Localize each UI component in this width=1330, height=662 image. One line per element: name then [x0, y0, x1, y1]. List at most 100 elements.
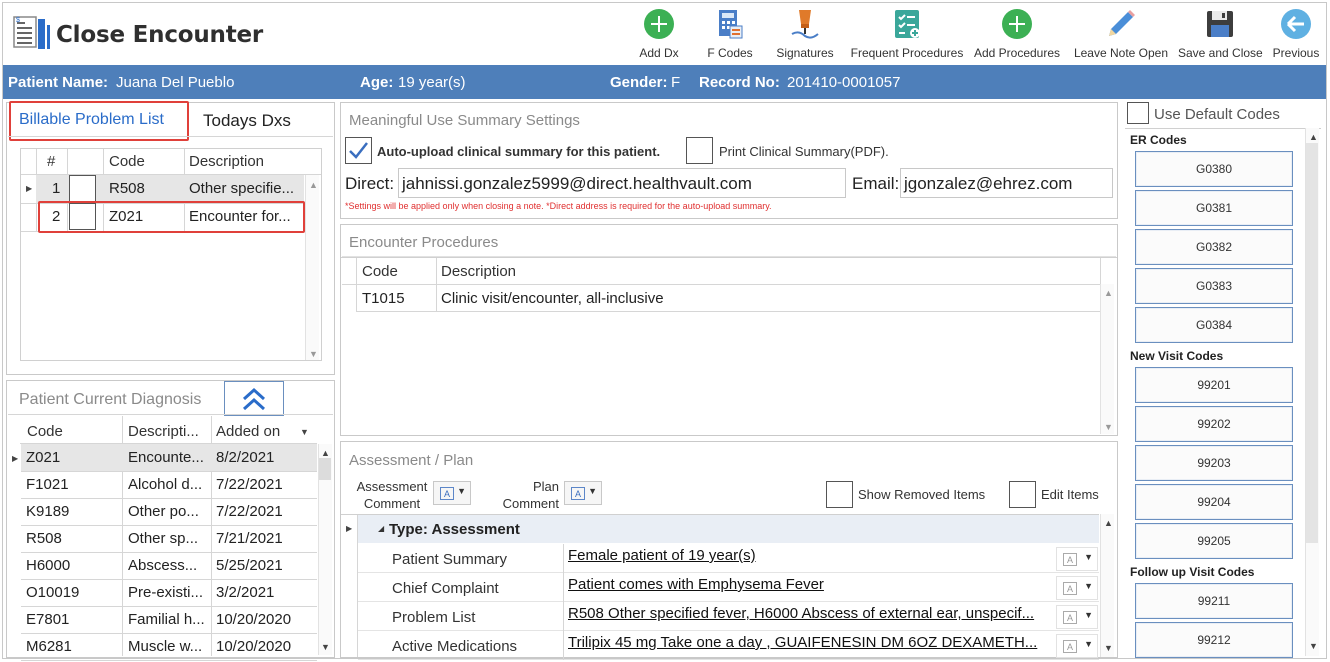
save-and-close-button[interactable]: Save and Close	[1178, 6, 1263, 62]
item-format-button[interactable]: A ▼	[1056, 605, 1098, 629]
dx-code: F1021	[26, 476, 69, 493]
plan-format-button[interactable]: A ▼	[564, 481, 602, 505]
previous-button[interactable]: Previous	[1270, 6, 1322, 62]
row-number: 1	[52, 180, 61, 197]
show-removed-checkbox[interactable]	[826, 481, 853, 508]
add-procedures-label: Add Procedures	[973, 46, 1061, 60]
sort-dropdown-icon[interactable]: ▼	[300, 427, 309, 437]
scroll-up-icon[interactable]: ▲	[309, 180, 318, 190]
code-button-99211[interactable]: 99211	[1135, 583, 1293, 619]
row-line	[21, 579, 317, 580]
scroll-thumb[interactable]	[319, 458, 331, 480]
add-dx-label: Add Dx	[639, 46, 679, 60]
problem-grid-scrollbar[interactable]	[305, 175, 319, 360]
scroll-down-icon[interactable]: ▼	[321, 642, 330, 652]
row-selector-icon: ▶	[12, 454, 19, 463]
assessment-item-value[interactable]: Female patient of 19 year(s)	[568, 547, 1055, 564]
item-format-button[interactable]: A ▼	[1056, 576, 1098, 600]
code-button-G0384[interactable]: G0384	[1135, 307, 1293, 343]
col-added-on: Added on	[216, 423, 281, 440]
row-line	[21, 525, 317, 526]
scroll-down-icon[interactable]: ▼	[1309, 641, 1318, 651]
row-line	[356, 311, 1100, 312]
scroll-up-icon[interactable]: ▲	[321, 448, 330, 458]
row-checkbox[interactable]	[69, 175, 96, 202]
code-button-99205[interactable]: 99205	[1135, 523, 1293, 559]
chevron-down-icon: ▼	[1084, 581, 1093, 591]
chevron-down-icon: ▼	[1084, 552, 1093, 562]
code-button-99202[interactable]: 99202	[1135, 406, 1293, 442]
scroll-up-icon[interactable]: ▲	[1309, 132, 1318, 142]
collapse-group-icon[interactable]: ◢	[378, 524, 384, 534]
direct-label: Direct:	[345, 174, 395, 193]
add-dx-button[interactable]: Add Dx	[633, 6, 685, 62]
assessment-comment-line1: Assessment	[356, 479, 428, 494]
assessment-item-label: Chief Complaint	[392, 580, 499, 597]
scroll-thumb[interactable]	[1306, 143, 1318, 543]
frequent-procedures-label: Frequent Procedures	[850, 46, 964, 60]
col-code: Code	[362, 263, 398, 280]
code-button-G0381[interactable]: G0381	[1135, 190, 1293, 226]
frequent-procedures-button[interactable]: Frequent Procedures	[850, 6, 964, 62]
collapse-button[interactable]	[224, 381, 284, 416]
add-procedures-button[interactable]: Add Procedures	[972, 6, 1062, 62]
row-selector-icon: ▶	[26, 184, 33, 193]
row-line	[21, 471, 317, 472]
procedure-description: Clinic visit/encounter, all-inclusive	[441, 290, 664, 307]
plus-circle-icon	[644, 9, 674, 39]
scroll-up-icon[interactable]: ▲	[1104, 288, 1113, 298]
er-codes-title: ER Codes	[1130, 133, 1187, 147]
dx-code: M6281	[26, 638, 72, 655]
item-format-button[interactable]: A ▼	[1056, 547, 1098, 571]
plan-comment-line2: Comment	[502, 496, 559, 511]
direct-address-value: jahnissi.gonzalez5999@direct.healthvault…	[402, 174, 752, 193]
code-button-G0380[interactable]: G0380	[1135, 151, 1293, 187]
highlight-box	[38, 201, 305, 233]
edit-items-checkbox[interactable]	[1009, 481, 1036, 508]
age-label: Age:	[360, 74, 394, 91]
record-label: Record No:	[699, 74, 780, 91]
dx-desc: Encounte...	[128, 449, 204, 466]
assessment-item-label: Problem List	[392, 609, 476, 626]
grid-header-line	[342, 284, 1100, 285]
f-codes-button[interactable]: F Codes	[700, 6, 760, 62]
assessment-format-button[interactable]: A ▼	[433, 481, 471, 505]
dx-date: 5/25/2021	[216, 557, 283, 574]
assessment-item-value[interactable]: Patient comes with Emphysema Fever	[568, 576, 1055, 593]
code-button-G0382[interactable]: G0382	[1135, 229, 1293, 265]
row-line	[21, 498, 317, 499]
code-button-99203[interactable]: 99203	[1135, 445, 1293, 481]
patient-age: 19 year(s)	[398, 74, 466, 91]
scroll-up-icon[interactable]: ▲	[1104, 518, 1113, 528]
grid-col-line	[563, 573, 564, 602]
auto-upload-checkbox[interactable]	[345, 137, 372, 164]
assessment-item-value[interactable]: R508 Other specified fever, H6000 Absces…	[568, 605, 1055, 622]
assessment-scrollbar[interactable]	[1100, 514, 1114, 657]
scroll-down-icon[interactable]: ▼	[1104, 422, 1113, 432]
signatures-label: Signatures	[776, 46, 834, 60]
dx-code: Z021	[26, 449, 61, 466]
plan-comment-label: Plan Comment	[495, 478, 559, 512]
code-button-99201[interactable]: 99201	[1135, 367, 1293, 403]
row-description: Other specifie...	[189, 180, 295, 197]
back-arrow-icon	[1281, 9, 1311, 39]
code-button-99212[interactable]: 99212	[1135, 622, 1293, 658]
assessment-comment-label: Assessment Comment	[356, 478, 428, 512]
code-button-99204[interactable]: 99204	[1135, 484, 1293, 520]
procedures-scrollbar[interactable]	[1100, 284, 1114, 434]
scroll-down-icon[interactable]: ▼	[1104, 643, 1113, 653]
current-diagnosis-title: Patient Current Diagnosis	[19, 391, 202, 408]
code-button-G0383[interactable]: G0383	[1135, 268, 1293, 304]
tab-divider	[8, 136, 333, 137]
dx-desc: Pre-existi...	[128, 584, 204, 601]
use-default-codes-checkbox[interactable]	[1127, 102, 1149, 124]
item-format-button[interactable]: A ▼	[1056, 634, 1098, 658]
scroll-down-icon[interactable]: ▼	[309, 349, 318, 359]
print-summary-checkbox[interactable]	[686, 137, 713, 164]
leave-note-open-button[interactable]: Leave Note Open	[1072, 6, 1170, 62]
text-format-icon: A	[440, 487, 454, 500]
edit-items-label: Edit Items	[1041, 487, 1099, 502]
assessment-item-value[interactable]: Trilipix 45 mg Take one a day , GUAIFENE…	[568, 634, 1055, 651]
tab-todays-dxs[interactable]: Todays Dxs	[203, 111, 291, 131]
signatures-button[interactable]: Signatures	[773, 6, 837, 62]
